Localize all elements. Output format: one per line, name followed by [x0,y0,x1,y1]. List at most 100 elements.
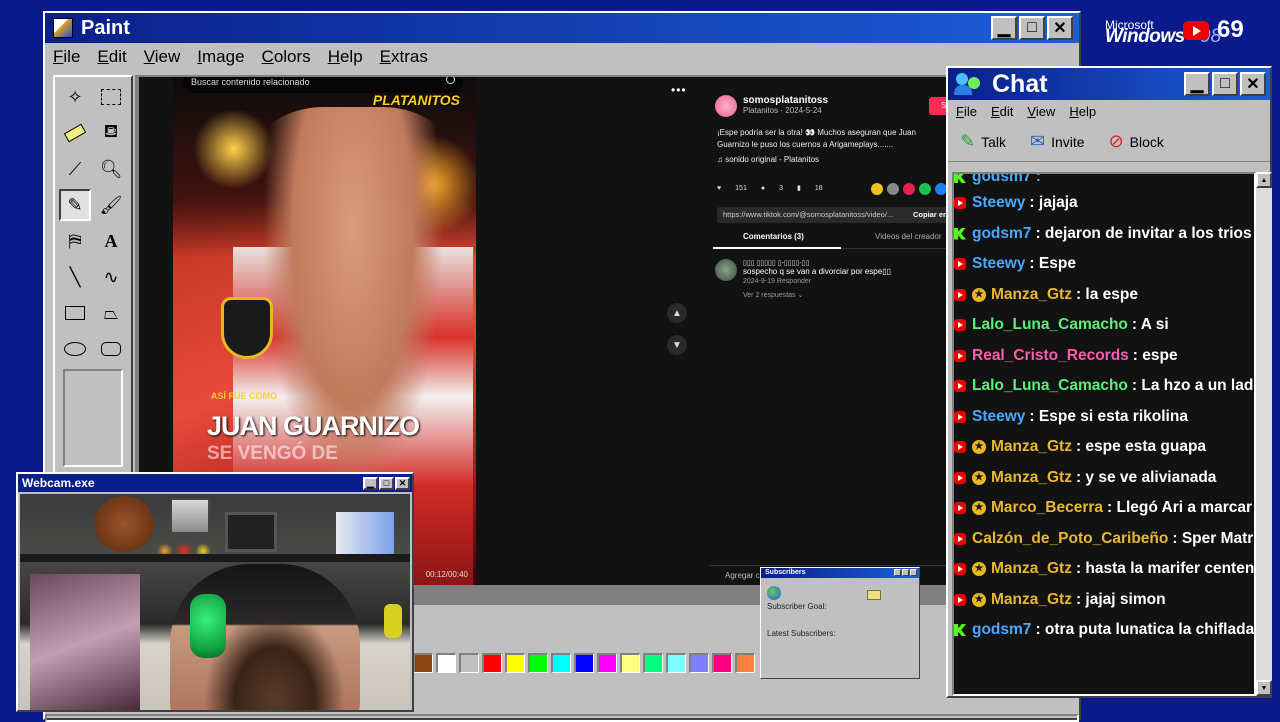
polygon-icon[interactable]: ⏢ [95,297,127,329]
scroll-up-icon[interactable]: ▲ [1256,172,1272,188]
fill-bucket-icon[interactable]: ⛾ [95,117,127,149]
chat-titlebar[interactable]: Chat ▁ □ ✕ [948,68,1270,100]
talk-button[interactable]: ✎ Talk [960,131,1006,152]
chat-username[interactable]: godsm7 [972,225,1031,243]
comment-icon[interactable]: ● [761,185,765,192]
menu-help[interactable]: Help [1069,104,1096,119]
send-icon[interactable] [903,183,915,195]
palette-swatch[interactable] [574,653,594,673]
ellipse-icon[interactable] [59,333,91,365]
whatsapp-icon[interactable] [919,183,931,195]
palette-swatch[interactable] [620,653,640,673]
tool-options-box[interactable] [63,369,123,467]
close-button[interactable] [910,569,917,576]
rect-select-icon[interactable] [95,81,127,113]
like-icon[interactable]: ♥ [717,185,721,192]
menu-help[interactable]: Help [328,47,363,67]
chevron-down-icon[interactable]: ▼ [667,335,687,355]
minimize-button[interactable]: ▁ [991,16,1017,40]
palette-swatch[interactable] [459,653,479,673]
palette-swatch[interactable] [482,653,502,673]
palette-swatch[interactable] [551,653,571,673]
palette-swatch[interactable] [597,653,617,673]
line-icon[interactable]: ╲ [59,261,91,293]
maximize-button[interactable]: □ [1212,72,1238,96]
commenter-name[interactable]: ▯▯▯ ▯▯▯▯▯ ▯-▯▯▯▯-▯▯ [743,259,891,267]
menu-view[interactable]: View [144,47,181,67]
author-username[interactable]: somosplatanitoss [743,95,828,106]
block-button[interactable]: ⊘ Block [1109,131,1164,152]
chat-username[interactable]: godsm7 [972,621,1031,639]
maximize-button[interactable]: □ [1019,16,1045,40]
chat-username[interactable]: Lalo_Luna_Camacho [972,316,1128,334]
more-options-icon[interactable]: ••• [671,83,687,97]
pencil-icon[interactable]: ✎ [59,189,91,221]
paint-titlebar[interactable]: Paint ▁ □ ✕ [45,13,1079,43]
free-select-icon[interactable]: ✧ [59,81,91,113]
tab-comments[interactable]: Comentarios (3) [713,232,841,249]
palette-swatch[interactable] [505,653,525,673]
minimize-button[interactable]: ▁ [363,476,378,490]
subscribers-titlebar[interactable]: Subscribers [761,568,919,578]
comment-meta[interactable]: 2024-9-19 Responder [743,278,891,285]
share-icon[interactable] [871,183,883,195]
palette-swatch[interactable] [712,653,732,673]
chat-username[interactable]: Real_Cristo_Records [972,347,1129,365]
palette-swatch[interactable] [643,653,663,673]
eyedropper-icon[interactable]: ⟋ [59,153,91,185]
text-tool-icon[interactable]: A [95,225,127,257]
chat-username[interactable]: Steewy [972,194,1025,212]
palette-swatch[interactable] [413,653,433,673]
rounded-rect-icon[interactable] [95,333,127,365]
invite-button[interactable]: ✉ Invite [1030,131,1085,152]
webcam-titlebar[interactable]: Webcam.exe ▁ □ ✕ [18,474,412,492]
palette-swatch[interactable] [735,653,755,673]
volume-icon[interactable]: 🔊︎ [666,582,674,585]
chat-scrollbar[interactable]: ▲ ▼ [1256,172,1272,696]
scroll-down-icon[interactable]: ▼ [1256,680,1272,696]
view-replies-link[interactable]: Ver 2 respuestas ⌄ [743,291,891,299]
chat-username[interactable]: Steewy [972,255,1025,273]
minimize-button[interactable] [894,569,901,576]
airbrush-icon[interactable]: ⛿ [59,225,91,257]
eraser-icon[interactable] [59,117,91,149]
commenter-avatar[interactable] [715,259,737,281]
menu-view[interactable]: View [1027,104,1055,119]
video-search-bar[interactable]: Buscar contenido relacionado [183,77,463,93]
chat-username[interactable]: Calzón_de_Poto_Caribeño [972,530,1168,548]
rectangle-icon[interactable] [59,297,91,329]
menu-image[interactable]: Image [197,47,244,67]
menu-edit[interactable]: Edit [991,104,1013,119]
embed-icon[interactable] [887,183,899,195]
palette-swatch[interactable] [666,653,686,673]
chat-username[interactable]: Marco_Becerra [991,499,1103,517]
palette-swatch[interactable] [689,653,709,673]
curve-icon[interactable]: ∿ [95,261,127,293]
author-avatar[interactable] [715,95,737,117]
chevron-up-icon[interactable]: ▲ [667,303,687,323]
chat-username[interactable]: Manza_Gtz [991,469,1072,487]
sound-label[interactable]: ♫ sonido original - Platanitos [717,155,819,164]
menu-file[interactable]: File [53,47,80,67]
copy-link-button[interactable]: Copiar en [913,207,948,223]
palette-swatch[interactable] [436,653,456,673]
tab-creator-videos[interactable]: Videos del creador [875,232,942,241]
chat-username[interactable]: Lalo_Luna_Camacho [972,377,1128,395]
chat-username[interactable]: Steewy [972,408,1025,426]
maximize-button[interactable] [902,569,909,576]
close-button[interactable]: ✕ [1240,72,1266,96]
bookmark-icon[interactable]: ▮ [797,184,801,192]
maximize-button[interactable]: □ [379,476,394,490]
palette-swatch[interactable] [528,653,548,673]
search-icon[interactable] [446,77,455,84]
chat-log[interactable]: godsm7 : Steewy: jajaja godsm7: dejaron d… [952,172,1256,696]
menu-file[interactable]: File [956,104,977,119]
close-button[interactable]: ✕ [1047,16,1073,40]
chat-username[interactable]: Manza_Gtz [991,591,1072,609]
minimize-button[interactable]: ▁ [1184,72,1210,96]
menu-extras[interactable]: Extras [380,47,428,67]
video-link-box[interactable]: https://www.tiktok.com/@somosplatanitoss… [717,207,951,223]
menu-edit[interactable]: Edit [97,47,126,67]
brush-icon[interactable]: 🖌︎ [95,189,127,221]
magnifier-icon[interactable]: 🔍︎ [95,153,127,185]
